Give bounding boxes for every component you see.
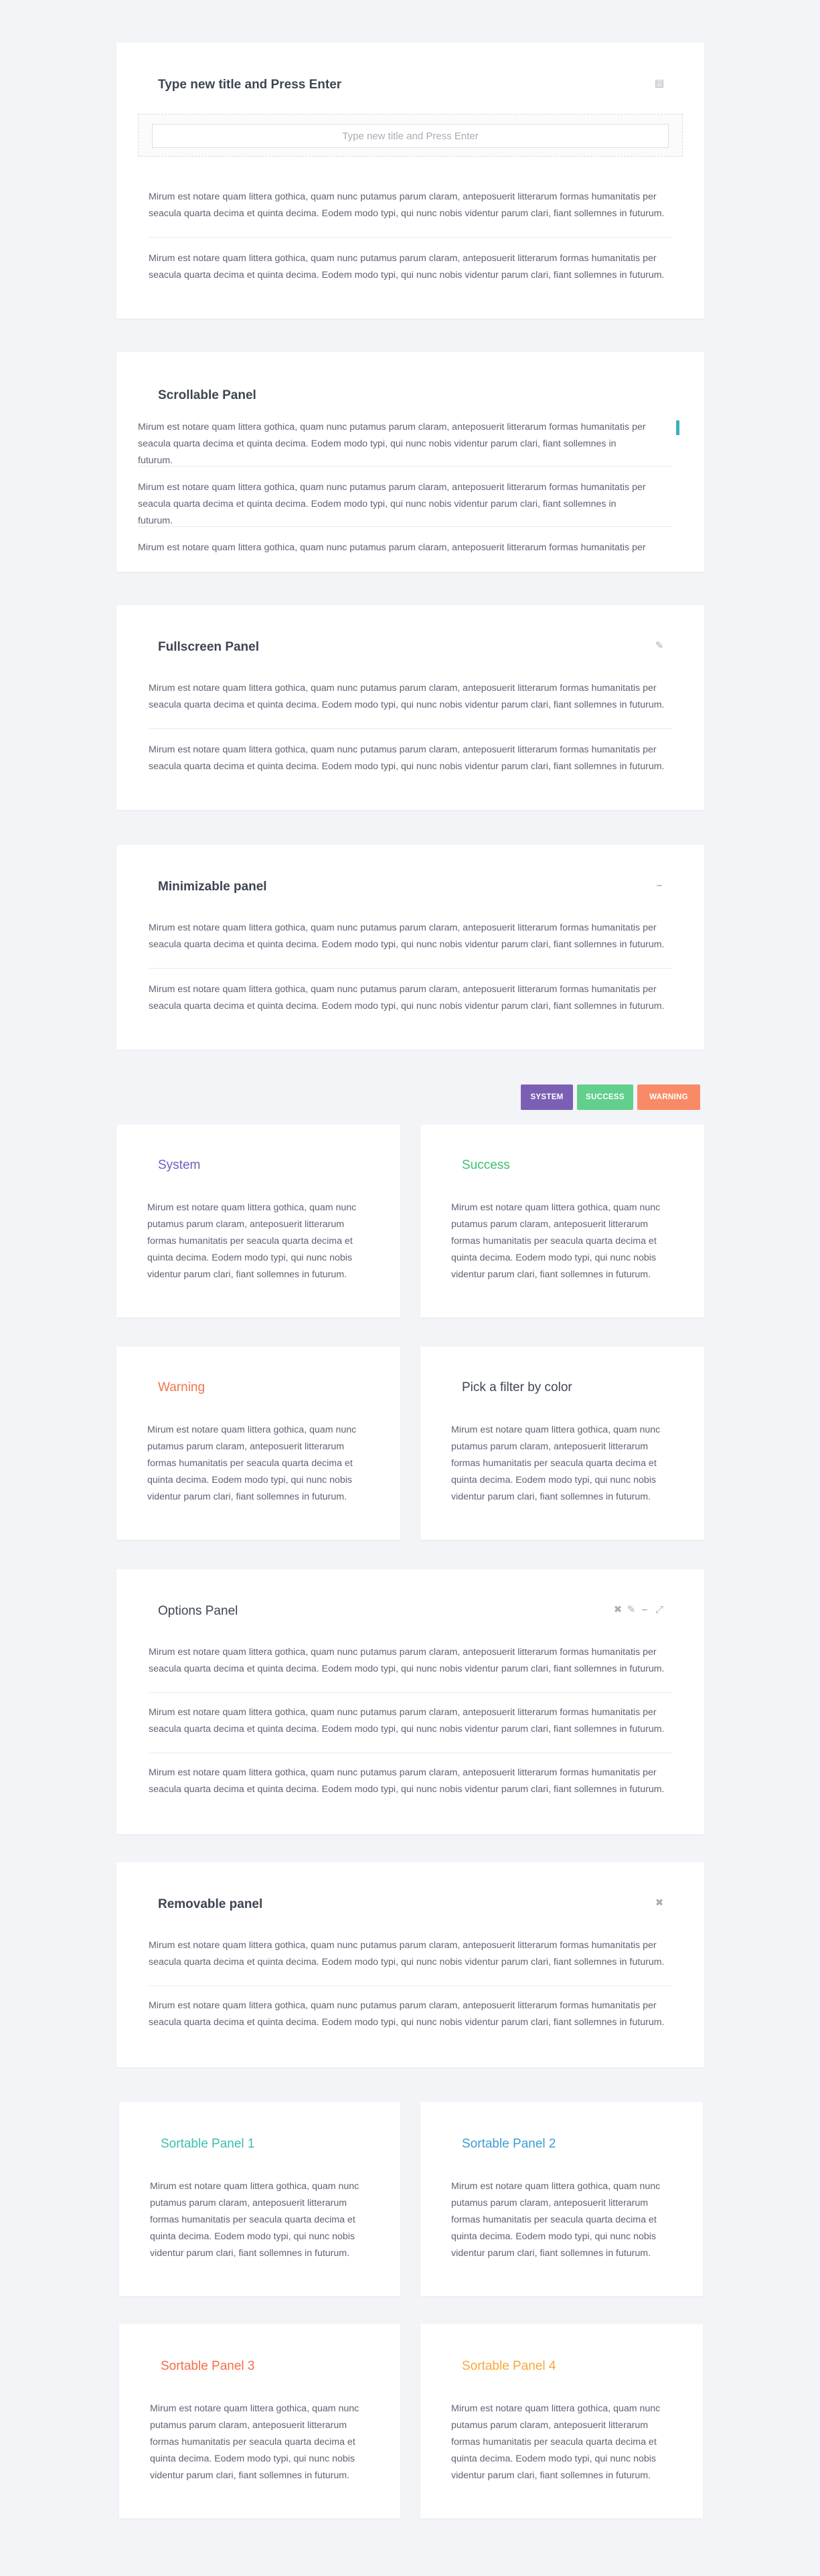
title-input-wrapper bbox=[138, 114, 683, 157]
panel-title: System bbox=[158, 1158, 201, 1172]
panel-title: Sortable Panel 3 bbox=[161, 2359, 255, 2373]
close-icon[interactable]: ✖ bbox=[612, 1605, 624, 1615]
divider bbox=[149, 1692, 672, 1693]
close-icon[interactable]: ✖ bbox=[653, 1898, 665, 1909]
panel-text: Mirum est notare quam littera gothica, q… bbox=[149, 984, 665, 1012]
filter-warning-button[interactable]: WARNING bbox=[637, 1084, 700, 1110]
panel-title: Options Panel bbox=[158, 1604, 238, 1618]
filter-system-button[interactable]: SYSTEM bbox=[521, 1084, 573, 1110]
panel-text: Mirum est notare quam littera gothica, q… bbox=[147, 1425, 357, 1502]
panel-title: Scrollable Panel bbox=[158, 388, 256, 402]
pencil-icon[interactable]: ✎ bbox=[653, 641, 665, 651]
panel-text: Mirum est notare quam littera gothica, q… bbox=[451, 2181, 661, 2259]
panel-title: Fullscreen Panel bbox=[158, 640, 260, 654]
filter-success-button[interactable]: SUCCESS bbox=[577, 1084, 633, 1110]
panel-title: Removable panel bbox=[158, 1897, 263, 1911]
expand-icon[interactable]: ⤢ bbox=[653, 1605, 665, 1615]
panel-title: Sortable Panel 2 bbox=[462, 2137, 556, 2151]
pencil-icon[interactable]: ✎ bbox=[625, 1605, 637, 1615]
panel-title: Pick a filter by color bbox=[462, 1380, 572, 1394]
minus-icon[interactable]: – bbox=[653, 880, 665, 891]
title-input[interactable] bbox=[152, 124, 669, 148]
divider bbox=[138, 526, 672, 527]
divider bbox=[149, 968, 672, 969]
panel-text: Mirum est notare quam littera gothica, q… bbox=[150, 2181, 359, 2259]
panel-text: Mirum est notare quam littera gothica, q… bbox=[149, 683, 665, 710]
panel-text: Mirum est notare quam littera gothica, q… bbox=[149, 1940, 665, 1967]
divider bbox=[149, 237, 672, 238]
panel-title: Warning bbox=[158, 1380, 206, 1394]
panel-title: Sortable Panel 1 bbox=[161, 2137, 255, 2151]
panel-text: Mirum est notare quam littera gothica, q… bbox=[149, 1767, 665, 1795]
panel-text: Mirum est notare quam littera gothica, q… bbox=[149, 2000, 665, 2028]
panel-text: Mirum est notare quam littera gothica, q… bbox=[147, 1202, 357, 1280]
save-icon[interactable]: ▤ bbox=[653, 78, 665, 89]
panel-title: Type new title and Press Enter bbox=[158, 78, 342, 92]
scroll-area[interactable]: Mirum est notare quam littera gothica, q… bbox=[138, 411, 681, 554]
panel-text: Mirum est notare quam littera gothica, q… bbox=[451, 1202, 661, 1280]
panel-title: Success bbox=[462, 1158, 510, 1172]
panel-title: Sortable Panel 4 bbox=[462, 2359, 556, 2373]
panel-text: Mirum est notare quam littera gothica, q… bbox=[138, 542, 646, 553]
panel-text: Mirum est notare quam littera gothica, q… bbox=[149, 253, 665, 280]
panel-text: Mirum est notare quam littera gothica, q… bbox=[451, 1425, 661, 1502]
panel-text: Mirum est notare quam littera gothica, q… bbox=[138, 422, 646, 466]
scrollbar[interactable] bbox=[676, 420, 679, 435]
panel-text: Mirum est notare quam littera gothica, q… bbox=[149, 1647, 665, 1674]
panel-text: Mirum est notare quam littera gothica, q… bbox=[149, 1707, 665, 1735]
panel-text: Mirum est notare quam littera gothica, q… bbox=[149, 922, 665, 950]
panel-text: Mirum est notare quam littera gothica, q… bbox=[150, 2403, 359, 2481]
divider bbox=[149, 728, 672, 729]
divider bbox=[138, 466, 672, 467]
panel-text: Mirum est notare quam littera gothica, q… bbox=[138, 482, 646, 526]
panel-text: Mirum est notare quam littera gothica, q… bbox=[451, 2403, 661, 2481]
panel-title: Minimizable panel bbox=[158, 880, 267, 894]
panel-text: Mirum est notare quam littera gothica, q… bbox=[149, 744, 665, 772]
panel-text: Mirum est notare quam littera gothica, q… bbox=[149, 191, 665, 219]
minus-icon[interactable]: – bbox=[639, 1605, 651, 1615]
